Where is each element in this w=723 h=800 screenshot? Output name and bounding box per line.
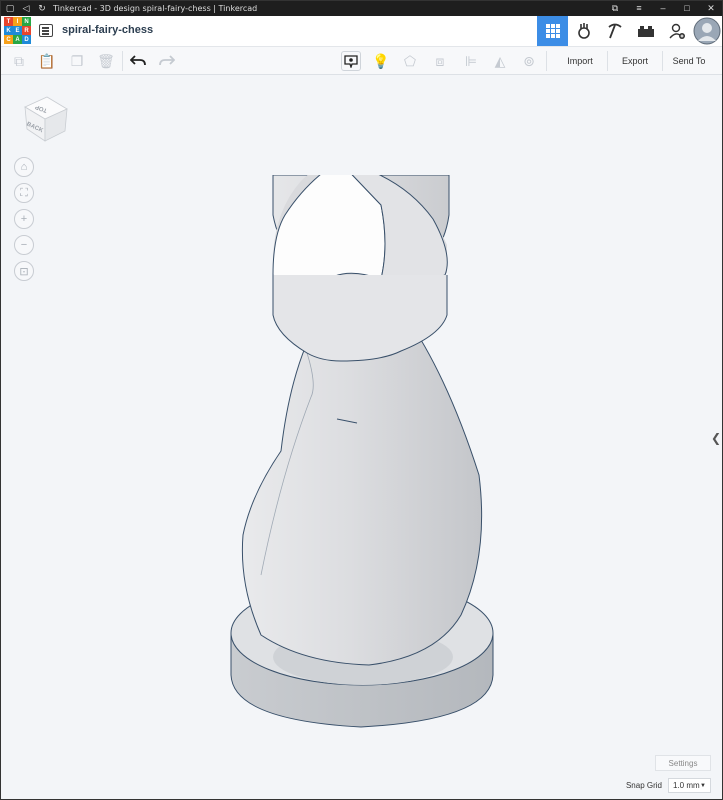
trash-icon: 🗑 (97, 52, 115, 69)
logo-cell: I (13, 17, 22, 26)
chess-piece-model[interactable] (221, 175, 501, 735)
toolbar-divider (546, 51, 547, 71)
logo-cell: A (13, 35, 22, 44)
copy-button[interactable]: ⧉ (10, 52, 28, 70)
minimize-icon[interactable]: – (658, 1, 668, 16)
duplicate-button[interactable]: ❐ (68, 52, 86, 70)
view-cube[interactable]: TOP BACK (21, 93, 71, 145)
home-view-button[interactable]: ⌂ (14, 157, 34, 177)
notes-button[interactable] (341, 51, 361, 71)
circuits-view-button[interactable] (568, 16, 599, 46)
group-icon: ⬠ (403, 52, 417, 69)
hamburger-menu-icon[interactable]: ≡ (634, 1, 644, 16)
home-icon: ⌂ (20, 161, 28, 173)
add-user-icon (668, 23, 685, 39)
extensions-icon[interactable]: ⧉ (610, 1, 620, 16)
toolbar-divider (662, 51, 663, 71)
delete-button[interactable]: 🗑 (97, 52, 115, 70)
codeblocks-view-button[interactable] (599, 16, 630, 46)
paste-icon: 📋 (38, 52, 56, 69)
duplicate-icon: ❐ (70, 52, 84, 69)
reload-icon[interactable]: ↻ (37, 1, 47, 16)
speech-bubble-eye-icon (344, 55, 358, 68)
circuits-icon (577, 23, 590, 39)
zoom-out-button[interactable]: − (14, 235, 34, 255)
show-all-button[interactable]: 💡 (372, 52, 390, 70)
fit-all-icon: ⛶ (20, 186, 28, 199)
sidebar-toggle[interactable]: ❮ (710, 425, 722, 451)
projection-toggle-button[interactable]: ⊡ (14, 261, 34, 281)
window-titlebar: ▢ ◁ ↻ Tinkercad - 3D design spiral-fairy… (1, 1, 722, 16)
browser-window: ▢ ◁ ↻ Tinkercad - 3D design spiral-fairy… (0, 0, 723, 800)
export-button[interactable]: Export (612, 51, 658, 71)
edit-toolbar: ⧉ 📋 ❐ 🗑 💡 ⬠ ⧈ ⊫ ◭ ⊚ Import Export Send T… (1, 47, 722, 75)
3d-design-view-button[interactable] (537, 16, 568, 46)
pickaxe-icon (607, 23, 622, 39)
app-menu-icon[interactable]: ▢ (5, 1, 15, 16)
magnet-icon: ⊚ (523, 52, 535, 69)
mirror-button[interactable]: ◭ (491, 52, 509, 70)
minus-icon: − (20, 239, 28, 251)
undo-icon (130, 55, 146, 66)
logo-cell: R (22, 26, 31, 35)
snap-grid-label: Snap Grid (625, 781, 662, 790)
caret-down-icon: ▼ (700, 783, 706, 789)
perspective-icon: ⊡ (19, 265, 29, 278)
ungroup-button[interactable]: ⧈ (431, 52, 449, 70)
design-title[interactable]: spiral-fairy-chess (62, 24, 153, 36)
user-avatar[interactable] (692, 16, 722, 46)
back-icon[interactable]: ◁ (21, 1, 31, 16)
logo-cell: T (4, 17, 13, 26)
plus-icon: + (20, 213, 28, 225)
fit-view-button[interactable]: ⛶ (14, 183, 34, 203)
group-button[interactable]: ⬠ (401, 52, 419, 70)
logo-cell: K (4, 26, 13, 35)
window-title: Tinkercad - 3D design spiral-fairy-chess… (53, 4, 258, 13)
brick-icon (637, 26, 654, 37)
maximize-icon[interactable]: □ (682, 1, 692, 16)
import-button[interactable]: Import (557, 51, 603, 71)
undo-button[interactable] (129, 52, 147, 70)
chevron-left-icon: ❮ (710, 431, 722, 445)
send-to-button[interactable]: Send To (666, 51, 712, 71)
toolbar-divider (122, 51, 123, 71)
design-list-icon[interactable] (39, 24, 53, 37)
align-button[interactable]: ⊫ (462, 52, 480, 70)
grid-icon (545, 24, 560, 38)
redo-icon (159, 55, 175, 66)
invite-user-button[interactable] (661, 16, 692, 46)
app-header: T I N K E R C A D spiral-fairy-chess (1, 16, 722, 47)
copy-icon: ⧉ (14, 52, 24, 69)
settings-button[interactable]: Settings (655, 755, 711, 771)
align-icon: ⊫ (464, 52, 478, 69)
ungroup-icon: ⧈ (435, 52, 445, 69)
lightbulb-icon: 💡 (372, 52, 390, 69)
tinkercad-logo[interactable]: T I N K E R C A D (4, 17, 31, 44)
cruise-button[interactable]: ⊚ (520, 52, 538, 70)
paste-button[interactable]: 📋 (38, 52, 56, 70)
avatar-icon (693, 17, 721, 45)
logo-cell: D (22, 35, 31, 44)
mirror-icon: ◭ (494, 52, 506, 69)
close-icon[interactable]: ✕ (706, 1, 716, 16)
snap-grid-select[interactable]: 1.0 mm ▼ (668, 778, 711, 793)
logo-cell: C (4, 35, 13, 44)
toolbar-divider (607, 51, 608, 71)
snap-grid-value: 1.0 mm (673, 781, 700, 790)
logo-cell: E (13, 26, 22, 35)
redo-button[interactable] (158, 52, 176, 70)
bricks-view-button[interactable] (630, 16, 661, 46)
zoom-in-button[interactable]: + (14, 209, 34, 229)
logo-cell: N (22, 17, 31, 26)
workplane-canvas[interactable]: TOP BACK ⌂ ⛶ + − ⊡ ❮ Settings Snap Grid … (1, 75, 722, 799)
